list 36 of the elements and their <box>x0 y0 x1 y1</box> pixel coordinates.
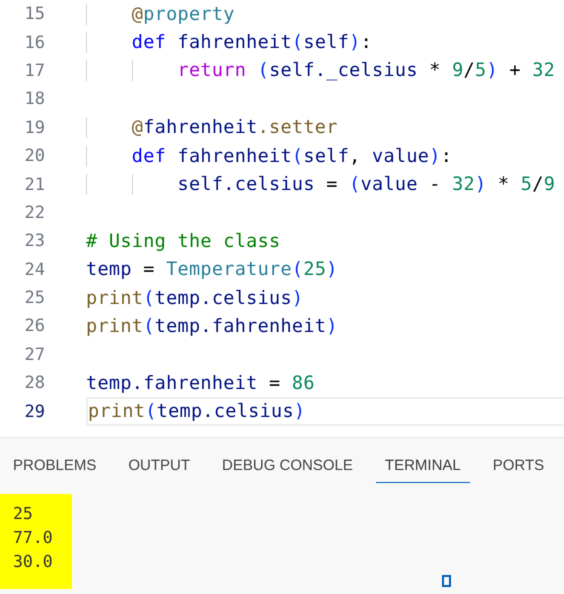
code-line: self.celsius = (value - 32) * 5/9 <box>86 174 556 196</box>
line-number: 26 <box>24 316 45 336</box>
line-number: 27 <box>24 344 45 365</box>
terminal-output-line: 30.0 <box>13 551 54 573</box>
line-number: 24 <box>24 260 45 280</box>
code-line: @fahrenheit.setter <box>86 117 338 138</box>
code-line: print(temp.celsius) <box>88 401 306 422</box>
line-number: 19 <box>24 118 45 138</box>
code-line: def fahrenheit(self): <box>86 32 372 54</box>
line-number: 22 <box>24 202 45 223</box>
code-line: temp.fahrenheit = 86 <box>86 372 315 394</box>
line-number: 25 <box>24 288 45 308</box>
cursor-icon <box>442 575 451 587</box>
line-number: 21 <box>24 174 45 195</box>
code-line: temp = Temperature(25) <box>86 259 338 280</box>
panel-tab[interactable]: PORTS <box>484 453 554 483</box>
code-line: return (self._celsius * 9/5) + 32 <box>86 60 556 82</box>
line-number: 17 <box>24 60 45 81</box>
terminal-output-line: 77.0 <box>13 527 54 549</box>
line-number: 18 <box>24 89 45 110</box>
line-number: 20 <box>24 146 45 166</box>
line-number: 28 <box>24 373 45 394</box>
code-line: print(temp.celsius) <box>86 288 304 309</box>
line-number: 15 <box>24 4 45 24</box>
line-number: 29 <box>24 402 45 422</box>
code-line: def fahrenheit(self, value): <box>86 146 452 167</box>
panel-tab[interactable]: OUTPUT <box>119 453 200 483</box>
code-line: @property <box>86 4 235 25</box>
panel-tab[interactable]: TERMINAL <box>376 453 470 483</box>
line-number: 16 <box>24 32 45 53</box>
panel-tab[interactable]: DEBUG CONSOLE <box>213 453 362 483</box>
line-number: 23 <box>24 231 45 252</box>
code-line: # Using the class <box>86 230 280 252</box>
panel-tab[interactable]: PROBLEMS <box>4 453 106 483</box>
code-line: print(temp.fahrenheit) <box>86 316 338 337</box>
terminal-output-line: 25 <box>13 503 34 525</box>
